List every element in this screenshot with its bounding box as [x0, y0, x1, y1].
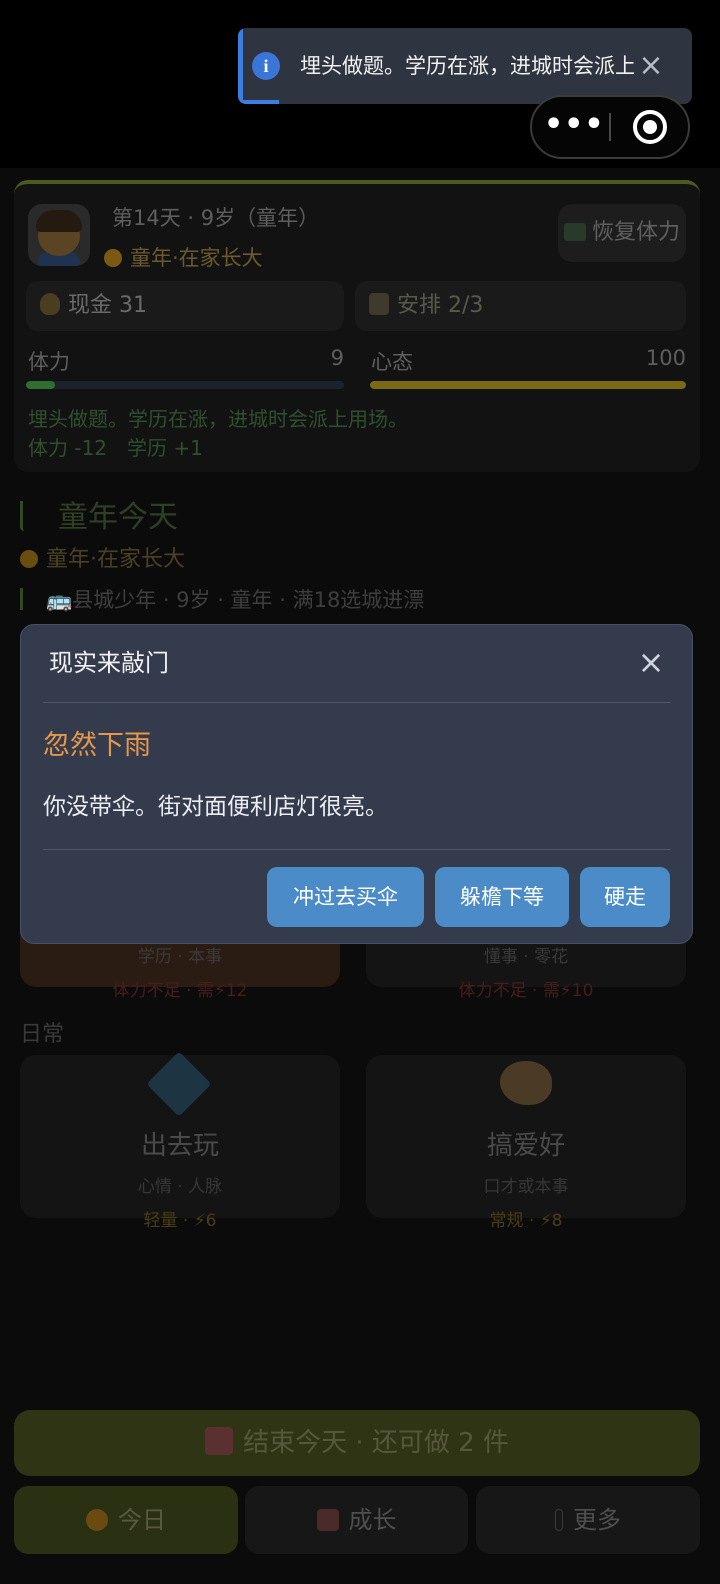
today-title: 童年今天: [20, 492, 178, 536]
stamina-bar: [26, 381, 344, 389]
buy-umbrella-button[interactable]: 冲过去买伞: [267, 867, 424, 927]
feedback-message: 埋头做题。学历在涨，进城时会派上用场。: [28, 407, 408, 431]
stage-label: 童年·在家长大: [104, 242, 263, 272]
study-card-desc: 学历 · 本事: [137, 947, 223, 967]
face-icon: [104, 249, 122, 267]
go-play-card[interactable]: 出去玩 心情 · 人脉 轻量 · ⚡6: [20, 1051, 340, 1231]
face-icon: [20, 550, 38, 568]
end-day-button[interactable]: 结束今天 · 还可做 2 件: [14, 1410, 700, 1476]
modal-divider: [43, 849, 671, 850]
clipboard-icon: [369, 293, 389, 315]
chart-up-icon: [316, 1509, 339, 1531]
today-stage: 童年·在家长大: [20, 541, 185, 573]
wait-under-eaves-button[interactable]: 躲檐下等: [435, 867, 569, 927]
event-heading: 忽然下雨: [43, 730, 151, 761]
hobby-card[interactable]: 搞爱好 口才或本事 常规 · ⚡8: [366, 1055, 686, 1231]
tab-more-label: 更多: [573, 1506, 621, 1534]
toast-text: 埋头做题。学历在涨，进城时会派上用场。: [300, 54, 634, 78]
cash-stat: 现金 31: [26, 281, 344, 331]
go-play-cost: 轻量 · ⚡6: [143, 1211, 217, 1231]
stage-text: 童年·在家长大: [130, 246, 263, 270]
mini-program-capsule: •••: [530, 95, 690, 159]
clapper-icon: [563, 223, 586, 241]
recover-stamina-button[interactable]: 恢复体力: [558, 204, 686, 262]
tab-growth-label: 成长: [348, 1506, 397, 1534]
go-play-desc: 心情 · 人脉: [137, 1177, 223, 1197]
daily-section-label: 日常: [20, 1022, 65, 1047]
tab-today-label: 今日: [118, 1506, 166, 1534]
toast-close-icon[interactable]: ×: [636, 48, 666, 84]
mood-value: 100: [645, 346, 686, 370]
toast-accent-bar: [238, 28, 243, 104]
feedback-delta: 体力 -12 学历 +1: [28, 436, 203, 460]
go-play-title: 出去玩: [140, 1131, 219, 1161]
info-icon: i: [252, 52, 280, 80]
event-description: 你没带伞。街对面便利店灯很亮。: [43, 794, 388, 820]
stamina-bar-fill: [26, 381, 55, 389]
palette-icon: [500, 1061, 552, 1105]
capsule-divider: [609, 113, 611, 141]
event-modal: 现实来敲门 × 忽然下雨 你没带伞。街对面便利店灯很亮。 冲过去买伞 躲檐下等 …: [20, 624, 693, 944]
tab-more[interactable]: 更多: [476, 1486, 700, 1554]
today-stage-text: 童年·在家长大: [46, 547, 185, 572]
calendar-icon: [205, 1427, 234, 1455]
avatar[interactable]: [28, 204, 90, 266]
today-title-text: 童年今天: [58, 500, 178, 535]
chores-card-desc: 懂事 · 零花: [483, 947, 569, 967]
hobby-desc: 口才或本事: [483, 1177, 569, 1197]
stamina-value: 9: [330, 346, 344, 370]
more-icon[interactable]: •••: [544, 97, 604, 157]
cash-label: 现金 31: [68, 293, 147, 318]
tab-today[interactable]: 今日: [14, 1486, 238, 1554]
mood-bar-fill: [370, 381, 686, 389]
plan-stat: 安排 2/3: [355, 281, 686, 331]
sun-icon: [86, 1509, 108, 1531]
study-card-warning: 体力不足 · 需⚡12: [112, 981, 248, 1001]
kite-icon: [146, 1051, 212, 1117]
day-info: 第14天 · 9岁（童年）: [112, 206, 320, 230]
sprout-icon: [20, 501, 46, 531]
hobby-cost: 常规 · ⚡8: [489, 1211, 563, 1231]
modal-divider: [43, 702, 671, 703]
money-bag-icon: [40, 293, 60, 315]
avatar-hair: [36, 210, 82, 232]
plan-label: 安排 2/3: [397, 293, 484, 318]
modal-title: 现实来敲门: [49, 649, 169, 677]
more-tab-icon: [555, 1509, 563, 1531]
toast-notification[interactable]: i 埋头做题。学历在涨，进城时会派上用场。 ×: [238, 28, 692, 104]
close-icon[interactable]: ×: [635, 643, 667, 681]
chores-card-warning: 体力不足 · 需⚡10: [458, 981, 594, 1001]
today-info-text: 🚌县城少年 · 9岁 · 童年 · 满18选城进漂: [46, 588, 425, 612]
mood-bar: [370, 381, 686, 389]
walk-anyway-button[interactable]: 硬走: [580, 867, 670, 927]
sprout-icon: [20, 588, 38, 610]
hobby-title: 搞爱好: [486, 1131, 565, 1161]
stamina-label: 体力: [28, 350, 70, 374]
mood-label: 心态: [371, 350, 413, 374]
target-icon[interactable]: [633, 110, 667, 144]
end-day-label: 结束今天 · 还可做 2 件: [243, 1428, 509, 1458]
toast-progress-bar: [238, 100, 279, 104]
today-info: 🚌县城少年 · 9岁 · 童年 · 满18选城进漂: [20, 584, 424, 614]
tab-growth[interactable]: 成长: [245, 1486, 468, 1554]
recover-stamina-label: 恢复体力: [591, 220, 680, 245]
